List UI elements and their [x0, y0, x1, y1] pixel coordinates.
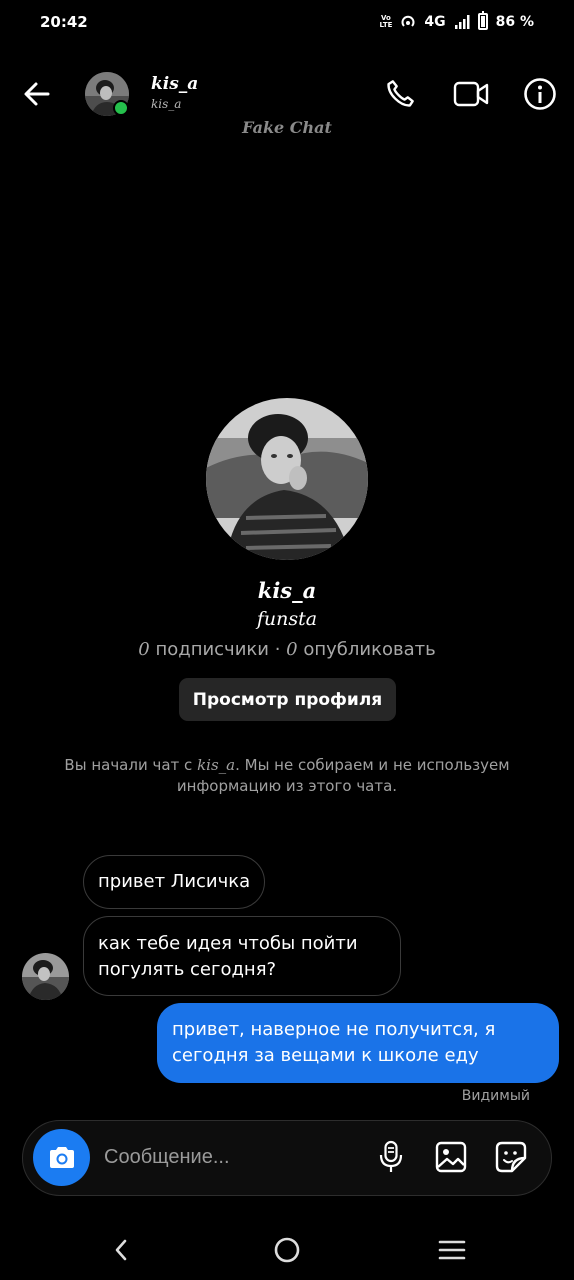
battery-icon	[477, 11, 488, 30]
chat-contact-username[interactable]: kis_a	[151, 97, 181, 111]
volte-bottom: LTE	[379, 20, 393, 29]
followers-label: подписчики	[155, 639, 269, 660]
nav-home-button[interactable]	[265, 1228, 309, 1272]
video-camera-icon	[453, 81, 489, 107]
camera-icon	[49, 1146, 74, 1168]
sender-avatar[interactable]	[22, 953, 69, 1000]
incoming-message[interactable]: привет Лисичка	[83, 855, 266, 909]
profile-stats: 0 подписчики · 0 опубликовать	[0, 639, 574, 660]
seen-status: Видимый	[461, 1088, 530, 1104]
nav-menu-button[interactable]	[430, 1228, 474, 1272]
info-icon	[524, 78, 556, 110]
chat-privacy-note: Вы начали чат с kis_a. Мы не собираем и …	[40, 755, 534, 797]
nav-back-icon	[115, 1239, 127, 1261]
message-input[interactable]	[104, 1140, 364, 1174]
battery-percent: 86 %	[495, 13, 534, 30]
followers-count: 0	[138, 639, 150, 660]
watermark-text: Fake Chat	[242, 118, 332, 137]
volte-icon: Vo LTE	[379, 14, 393, 29]
note-prefix: Вы начали чат с	[64, 756, 198, 774]
back-arrow-icon	[24, 82, 50, 106]
online-status-dot	[113, 100, 129, 116]
note-username: kis_a	[197, 756, 236, 774]
view-profile-button[interactable]: Просмотр профиля	[179, 678, 396, 721]
profile-name: kis_a	[257, 578, 317, 603]
posts-label: опубликовать	[303, 639, 436, 660]
profile-avatar[interactable]	[206, 398, 368, 560]
profile-subtitle: funsta	[256, 608, 318, 630]
posts-count: 0	[286, 639, 298, 660]
voice-message-button[interactable]	[371, 1137, 411, 1177]
sticker-button[interactable]	[491, 1137, 531, 1177]
camera-button[interactable]	[33, 1129, 90, 1186]
microphone-icon	[379, 1140, 403, 1172]
status-icons: Vo LTE 4G 86 %	[379, 11, 534, 30]
chat-contact-name[interactable]: kis_a	[151, 74, 198, 94]
back-button[interactable]	[18, 74, 58, 114]
wifi-calling-icon	[401, 15, 415, 27]
signal-icon	[454, 14, 470, 29]
nav-back-button[interactable]	[100, 1228, 144, 1272]
network-type: 4G	[424, 13, 446, 30]
status-time: 20:42	[40, 13, 88, 31]
info-button[interactable]	[518, 72, 562, 116]
gallery-button[interactable]	[431, 1137, 471, 1177]
image-icon	[435, 1141, 467, 1173]
voice-call-button[interactable]	[378, 72, 422, 116]
incoming-message[interactable]: как тебе идея чтобы пойти погулять сегод…	[83, 916, 401, 996]
outgoing-message[interactable]: привет, наверное не получится, я сегодня…	[157, 1003, 559, 1083]
phone-icon	[387, 80, 414, 107]
sticker-icon	[495, 1141, 527, 1173]
video-call-button[interactable]	[449, 72, 493, 116]
nav-home-icon	[274, 1237, 300, 1263]
nav-menu-icon	[438, 1240, 466, 1260]
stats-separator: ·	[274, 639, 281, 660]
